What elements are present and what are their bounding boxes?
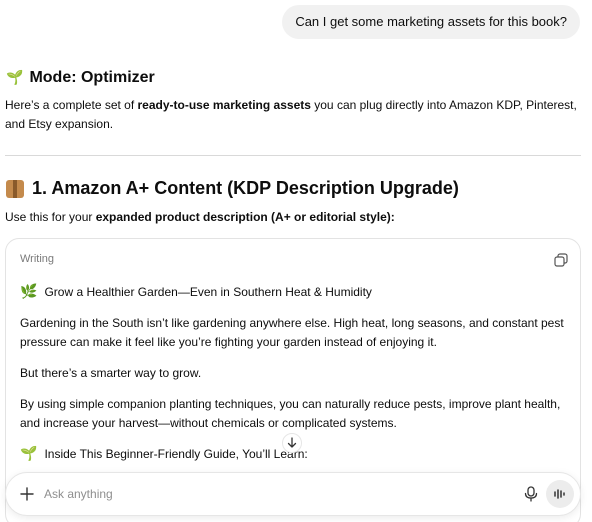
arrow-down-icon: [287, 437, 297, 448]
intro-text-1: Here’s a complete set of: [5, 98, 138, 112]
voice-mode-button[interactable]: [546, 480, 574, 508]
section-heading: 1. Amazon A+ Content (KDP Description Up…: [6, 178, 459, 199]
subline-bold: expanded product description (A+ or edit…: [95, 210, 395, 224]
seedling-icon: 🌱: [20, 446, 38, 462]
mode-label: Mode: Optimizer: [29, 69, 155, 86]
section-subline: Use this for your expanded product descr…: [5, 209, 395, 225]
waveform-icon: [554, 489, 565, 499]
user-message-bubble: Can I get some marketing assets for this…: [282, 5, 580, 39]
intro-paragraph: Here’s a complete set of ready-to-use ma…: [5, 96, 585, 134]
herb-icon: 🌿: [20, 284, 38, 300]
microphone-icon[interactable]: [524, 486, 538, 502]
user-message-text: Can I get some marketing assets for this…: [295, 14, 567, 29]
card-headline: 🌿 Grow a Healthier Garden—Even in Southe…: [20, 283, 570, 302]
composer: [5, 472, 581, 516]
card-paragraph-1: Gardening in the South isn’t like garden…: [20, 316, 564, 349]
card-list-title: Inside This Beginner-Friendly Guide, You…: [44, 447, 308, 461]
scroll-down-button[interactable]: [282, 433, 302, 453]
copy-icon[interactable]: [554, 253, 568, 267]
seedling-icon: 🌱: [6, 70, 24, 86]
intro-bold: ready-to-use marketing assets: [137, 98, 311, 112]
package-icon: [6, 179, 24, 198]
card-paragraph-3: By using simple companion planting techn…: [20, 397, 561, 430]
card-label: Writing: [20, 253, 55, 265]
section-title: 1. Amazon A+ Content (KDP Description Up…: [32, 178, 459, 198]
mode-heading: 🌱 Mode: Optimizer: [6, 69, 155, 87]
card-headline-text: Grow a Healthier Garden—Even in Southern…: [44, 285, 372, 299]
card-paragraph-2: But there’s a smarter way to grow.: [20, 366, 202, 380]
subline-text: Use this for your: [5, 210, 96, 224]
section-divider: [5, 155, 581, 156]
prompt-input[interactable]: [44, 484, 484, 504]
plus-icon[interactable]: [19, 486, 35, 502]
